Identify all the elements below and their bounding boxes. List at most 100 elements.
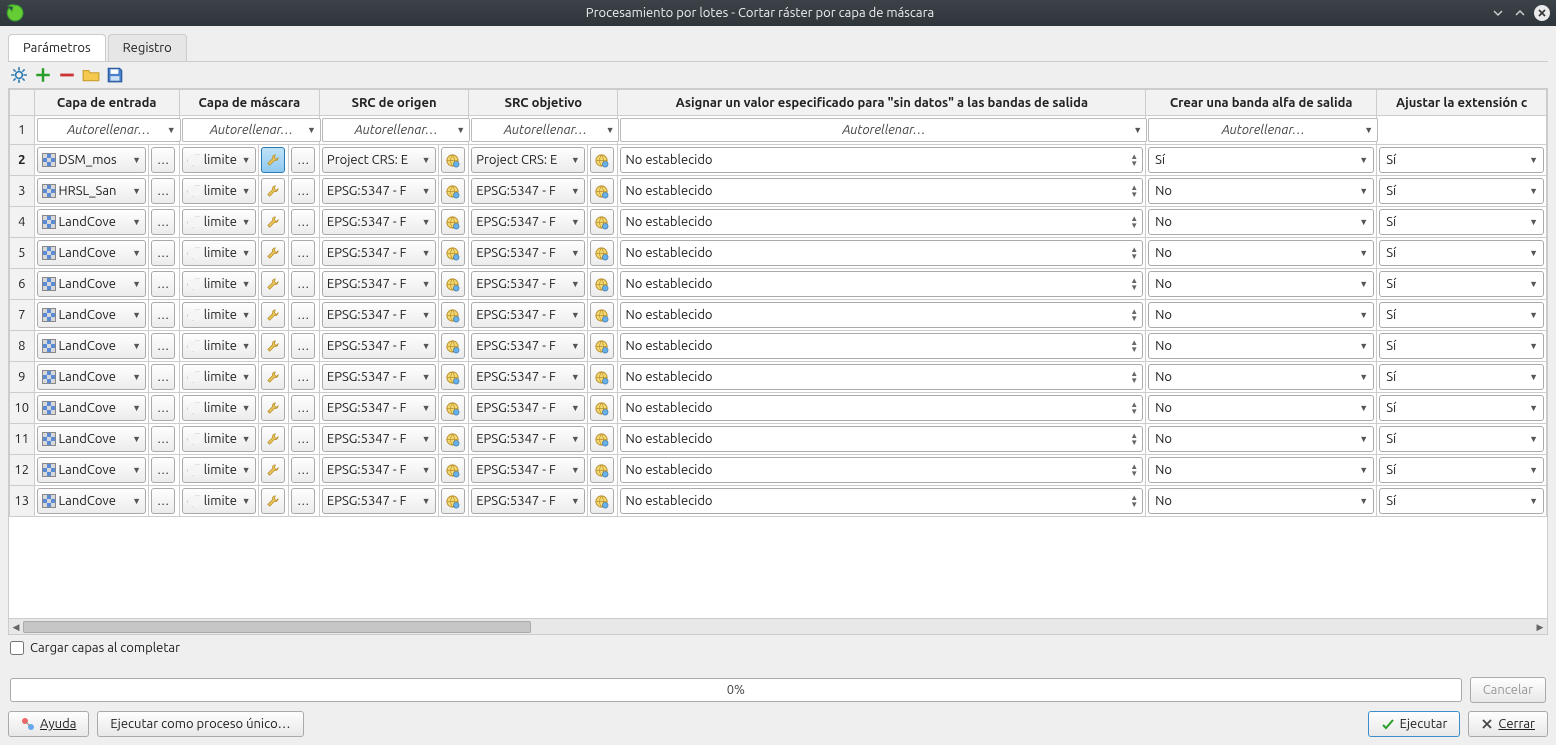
src-crs-picker-button[interactable] [441,333,465,359]
src-crs-select[interactable]: EPSG:5347 - F▼ [322,240,436,266]
src-crs-picker-button[interactable] [441,488,465,514]
input-layer-browse-button[interactable]: … [151,395,175,421]
alpha-band-select[interactable]: No▼ [1148,426,1374,452]
tgt-crs-select[interactable]: EPSG:5347 - F▼ [471,271,585,297]
row-header[interactable]: 8 [10,331,35,362]
input-layer-browse-button[interactable]: … [151,178,175,204]
input-layer-select[interactable]: LandCove▼ [37,333,147,359]
alpha-band-select[interactable]: No▼ [1148,488,1374,514]
open-icon[interactable] [82,66,100,84]
iterate-button[interactable] [261,209,285,235]
src-crs-select[interactable]: EPSG:5347 - F▼ [322,395,436,421]
src-crs-picker-button[interactable] [441,395,465,421]
mask-browse-button[interactable]: … [291,178,315,204]
col-src-crs[interactable]: SRC de origen [319,90,468,116]
scroll-thumb[interactable] [23,621,531,633]
row-header[interactable]: 2 [10,145,35,176]
src-crs-select[interactable]: EPSG:5347 - F▼ [322,488,436,514]
mask-layer-select[interactable]: limite▼ [182,240,256,266]
mask-layer-select[interactable]: limite▼ [182,488,256,514]
iterate-button[interactable] [261,333,285,359]
src-crs-select[interactable]: EPSG:5347 - F▼ [322,302,436,328]
iterate-button[interactable] [261,147,285,173]
src-crs-select[interactable]: EPSG:5347 - F▼ [322,178,436,204]
mask-browse-button[interactable]: … [291,488,315,514]
scroll-left-icon[interactable]: ◀ [9,619,23,635]
row-header[interactable]: 10 [10,393,35,424]
mask-layer-select[interactable]: limite▼ [182,147,256,173]
nodata-input[interactable]: No establecido▲▼ [620,209,1143,235]
extent-select[interactable]: Sí▼ [1379,271,1544,297]
spinner-icon[interactable]: ▲▼ [1130,277,1138,291]
alpha-band-select[interactable]: No▼ [1148,457,1374,483]
autofill-nodata[interactable]: Autorellenar…▼ [620,118,1147,142]
run-button[interactable]: Ejecutar [1368,711,1461,737]
mask-browse-button[interactable]: … [291,147,315,173]
horizontal-scrollbar[interactable]: ◀ ▶ [9,618,1547,634]
input-layer-select[interactable]: LandCove▼ [37,457,147,483]
spinner-icon[interactable]: ▲▼ [1130,308,1138,322]
minimize-icon[interactable] [1490,5,1506,21]
input-layer-browse-button[interactable]: … [151,147,175,173]
row-header[interactable]: 5 [10,238,35,269]
input-layer-browse-button[interactable]: … [151,457,175,483]
nodata-input[interactable]: No establecido▲▼ [620,178,1143,204]
autofill-input[interactable]: Autorellenar…▼ [37,118,181,142]
nodata-input[interactable]: No establecido▲▼ [620,488,1143,514]
nodata-input[interactable]: No establecido▲▼ [620,426,1143,452]
input-layer-select[interactable]: LandCove▼ [37,240,147,266]
src-crs-picker-button[interactable] [441,209,465,235]
mask-browse-button[interactable]: … [291,457,315,483]
mask-browse-button[interactable]: … [291,395,315,421]
input-layer-select[interactable]: LandCove▼ [37,271,147,297]
src-crs-select[interactable]: EPSG:5347 - F▼ [322,364,436,390]
nodata-input[interactable]: No establecido▲▼ [620,457,1143,483]
spinner-icon[interactable]: ▲▼ [1130,494,1138,508]
mask-layer-select[interactable]: limite▼ [182,457,256,483]
tgt-crs-select[interactable]: EPSG:5347 - F▼ [471,178,585,204]
row-header[interactable]: 6 [10,269,35,300]
tgt-crs-picker-button[interactable] [590,240,614,266]
autofill-alpha[interactable]: Autorellenar…▼ [1148,118,1378,142]
tgt-crs-picker-button[interactable] [590,333,614,359]
spinner-icon[interactable]: ▲▼ [1130,215,1138,229]
mask-browse-button[interactable]: … [291,333,315,359]
iterate-button[interactable] [261,271,285,297]
mask-layer-select[interactable]: limite▼ [182,364,256,390]
input-layer-select[interactable]: LandCove▼ [37,488,147,514]
col-nodata[interactable]: Asignar un valor especificado para "sin … [618,90,1146,116]
extent-select[interactable]: Sí▼ [1379,178,1544,204]
src-crs-select[interactable]: EPSG:5347 - F▼ [322,457,436,483]
nodata-input[interactable]: No establecido▲▼ [620,364,1143,390]
remove-row-icon[interactable] [58,66,76,84]
run-single-button[interactable]: Ejecutar como proceso único… [97,711,303,737]
alpha-band-select[interactable]: No▼ [1148,240,1374,266]
mask-layer-select[interactable]: limite▼ [182,178,256,204]
col-extent[interactable]: Ajustar la extensión c [1377,90,1547,116]
mask-browse-button[interactable]: … [291,364,315,390]
extent-select[interactable]: Sí▼ [1379,240,1544,266]
tgt-crs-picker-button[interactable] [590,302,614,328]
col-input[interactable]: Capa de entrada [34,90,179,116]
src-crs-picker-button[interactable] [441,147,465,173]
src-crs-select[interactable]: Project CRS: E▼ [322,147,436,173]
col-tgt-crs[interactable]: SRC objetivo [469,90,618,116]
tgt-crs-select[interactable]: EPSG:5347 - F▼ [471,457,585,483]
input-layer-select[interactable]: LandCove▼ [37,209,147,235]
mask-browse-button[interactable]: … [291,240,315,266]
input-layer-browse-button[interactable]: … [151,271,175,297]
nodata-input[interactable]: No establecido▲▼ [620,147,1143,173]
spinner-icon[interactable]: ▲▼ [1130,246,1138,260]
tgt-crs-select[interactable]: EPSG:5347 - F▼ [471,364,585,390]
extent-select[interactable]: Sí▼ [1379,395,1544,421]
mask-layer-select[interactable]: limite▼ [182,209,256,235]
extent-select[interactable]: Sí▼ [1379,488,1544,514]
maximize-icon[interactable] [1512,5,1528,21]
tgt-crs-select[interactable]: EPSG:5347 - F▼ [471,395,585,421]
tgt-crs-select[interactable]: EPSG:5347 - F▼ [471,426,585,452]
close-button[interactable]: Cerrar [1468,711,1548,737]
mask-layer-select[interactable]: limite▼ [182,302,256,328]
mask-browse-button[interactable]: … [291,426,315,452]
mask-layer-select[interactable]: limite▼ [182,333,256,359]
autofill-src-crs[interactable]: Autorellenar…▼ [322,118,470,142]
